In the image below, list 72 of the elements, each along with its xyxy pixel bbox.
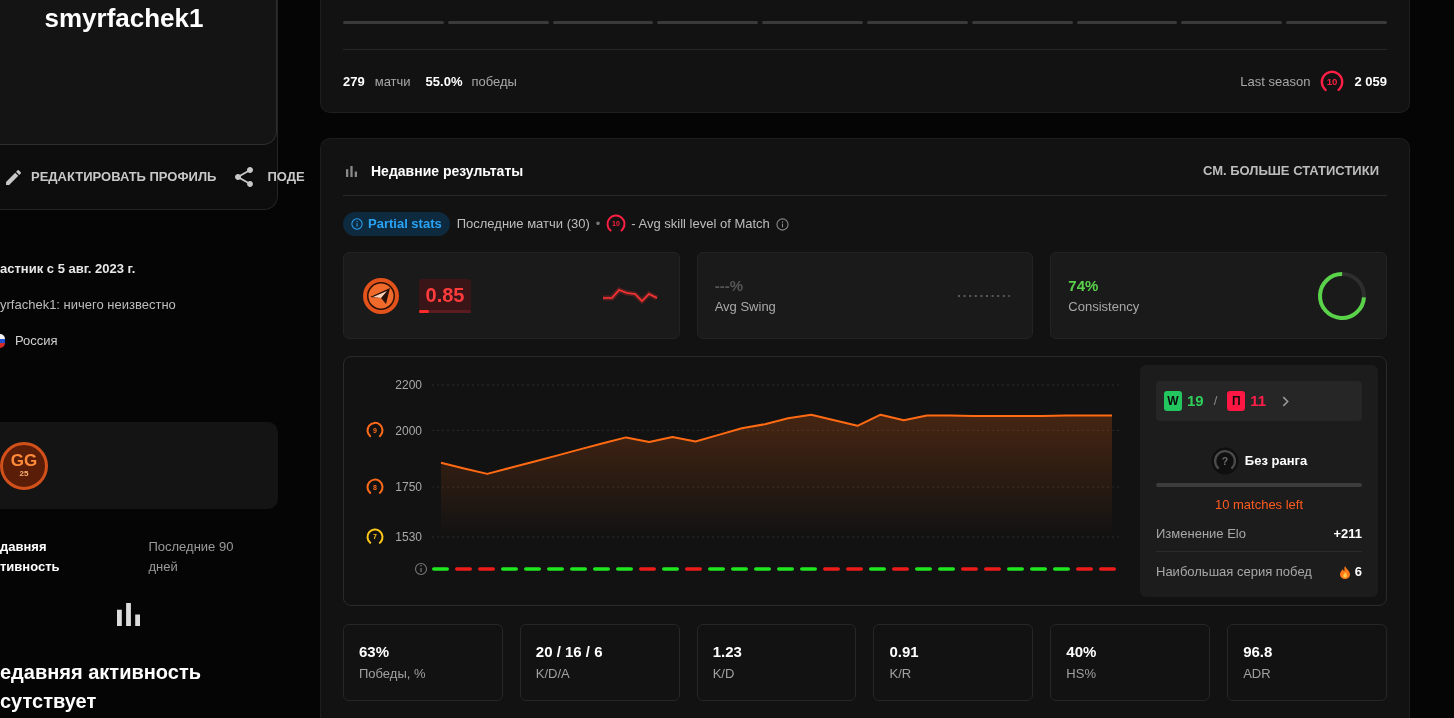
activity-title: давняя тивность — [0, 538, 61, 576]
share-button[interactable]: ПОДЕ — [235, 161, 305, 193]
stat-label: K/R — [889, 665, 912, 683]
rating-value: 0.85 — [425, 283, 465, 306]
more-stats-link[interactable]: СМ. БОЛЬШЕ СТАТИСТИКИ — [1194, 161, 1387, 181]
matches-left-text: 10 matches left — [1214, 497, 1304, 513]
empty-activity-heading: едавняя активность сутствует — [0, 660, 201, 714]
bio-text: yrfachek1: ничего неизвестно — [0, 296, 176, 314]
edit-profile-button[interactable]: РЕДАКТИРОВАТЬ ПРОФИЛЬ — [6, 161, 217, 193]
last-season-elo: 2 059 — [1354, 73, 1387, 92]
stat-value: 63% — [359, 642, 390, 662]
member-since-text: астник с 5 авг. 2023 г. — [0, 260, 136, 278]
y-axis-label: 2200 — [395, 378, 422, 393]
pencil-icon — [6, 169, 21, 185]
fire-icon — [1339, 565, 1350, 579]
win-tag: W — [1164, 391, 1182, 411]
unranked-ring: ? — [1210, 447, 1239, 475]
matches-label: матчи — [374, 73, 411, 92]
dot-separator: • — [595, 215, 601, 234]
consistency-label: Consistency — [1068, 297, 1140, 316]
skill-level-ring: 10 — [1320, 70, 1345, 94]
consistency-ring — [1317, 270, 1367, 321]
badge-title: GG — [10, 453, 38, 469]
winrate-label: победы — [471, 73, 517, 92]
dotted-line-drawing — [958, 294, 1011, 297]
flag-icon — [0, 334, 5, 348]
info-icon — [775, 217, 789, 231]
stat-value: 20 / 16 / 6 — [535, 642, 603, 662]
bar-chart-icon — [116, 603, 140, 626]
y-axis-label: 1530 — [395, 530, 422, 545]
rating-sparkline — [601, 286, 658, 305]
info-icon — [351, 218, 363, 230]
matches-note: Последние матчи (30) — [456, 215, 590, 234]
matches-count: 279 — [343, 73, 365, 92]
info-icon — [414, 562, 428, 576]
last-season-label: Last season — [1240, 73, 1311, 92]
username: smyrfachek1 — [44, 2, 204, 34]
avg-level-note: - Avg skill level of Match — [631, 215, 770, 234]
winrate-value: 55.0% — [425, 73, 463, 92]
country-text: Россия — [15, 332, 58, 350]
consistency-value: 74% — [1068, 275, 1100, 296]
swing-value: ---% — [714, 275, 744, 296]
stat-label: ADR — [1243, 665, 1271, 683]
share-icon — [235, 167, 254, 187]
separator: / — [1213, 392, 1218, 411]
partial-stats-label: Partial stats — [368, 215, 442, 234]
loss-tag: П — [1227, 391, 1246, 411]
elo-change-value: +211 — [1333, 525, 1362, 544]
win-streak-label: Наибольшая серия побед — [1156, 563, 1312, 582]
stat-value: 96.8 — [1243, 642, 1273, 662]
activity-period: Последние 90 дней — [148, 538, 235, 576]
stat-value: 40% — [1066, 642, 1097, 662]
stat-label: K/D — [712, 665, 735, 683]
win-count: 19 — [1187, 390, 1204, 411]
win-loss-button[interactable]: W 19 / П 11 — [1156, 381, 1362, 421]
stat-label: HS% — [1066, 665, 1096, 683]
y-axis-label: 1750 — [395, 480, 422, 495]
loss-count: 11 — [1250, 390, 1267, 411]
stat-value: 1.23 — [712, 642, 742, 662]
rating-emblem-icon — [362, 276, 400, 315]
badge-number: 25 — [19, 469, 29, 478]
stat-label: Победы, % — [359, 665, 426, 683]
bar-chart-icon — [346, 165, 357, 177]
stat-value: 0.91 — [889, 642, 919, 662]
chevron-right-icon — [1282, 395, 1290, 407]
rank-label: Без ранга — [1244, 452, 1308, 471]
elo-change-label: Изменение Elo — [1156, 525, 1246, 544]
swing-label: Avg Swing — [714, 297, 776, 316]
win-streak-value: 6 — [1354, 563, 1362, 582]
y-axis-label: 2000 — [395, 423, 422, 438]
stat-label: K/D/A — [535, 665, 570, 683]
section-title: Недавние результаты — [371, 161, 524, 181]
